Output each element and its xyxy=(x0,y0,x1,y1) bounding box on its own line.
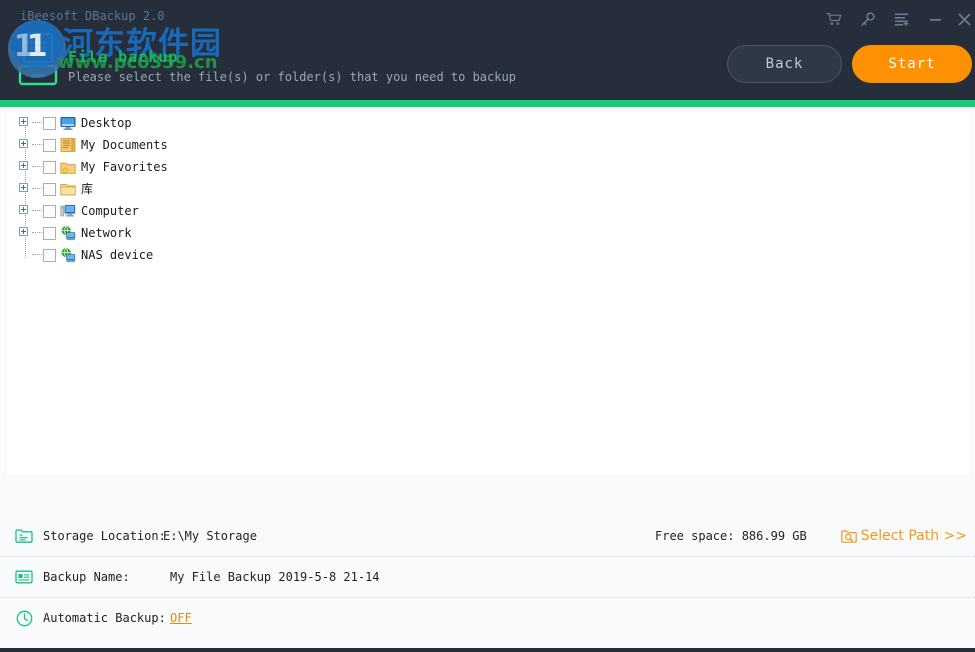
key-icon[interactable] xyxy=(851,8,885,30)
select-path-button[interactable]: Select Path >> xyxy=(840,528,967,544)
close-icon[interactable] xyxy=(953,8,975,30)
tree-item-label: Desktop xyxy=(81,116,132,130)
expand-plus-icon[interactable] xyxy=(19,182,32,196)
network-icon xyxy=(60,225,76,241)
tree-item-[interactable]: 库 xyxy=(7,178,969,200)
accent-divider xyxy=(0,100,975,107)
cart-icon[interactable] xyxy=(817,8,851,30)
select-path-label: Select Path >> xyxy=(860,528,967,544)
backup-settings-panel: Storage Location: E:\My Storage Free spa… xyxy=(0,516,975,638)
automatic-backup-row: Automatic Backup: OFF xyxy=(0,598,975,638)
computer-icon xyxy=(60,203,76,219)
header: iBeesoft DBackup 2.0 1 1 河东软件园 www.pc035… xyxy=(0,0,975,100)
minimize-icon[interactable] xyxy=(919,8,953,30)
storage-location-row: Storage Location: E:\My Storage Free spa… xyxy=(0,516,975,557)
tree-item-checkbox[interactable] xyxy=(43,138,56,152)
tree-connector-dots xyxy=(32,144,42,146)
back-button[interactable]: Back xyxy=(727,45,842,83)
menu-icon[interactable] xyxy=(885,8,919,30)
tree-item-my-documents[interactable]: My Documents xyxy=(7,134,969,156)
expand-plus-icon[interactable] xyxy=(19,226,32,240)
backup-computer-logo xyxy=(12,30,64,88)
tree-item-label: My Favorites xyxy=(81,160,168,174)
expand-plus-icon[interactable] xyxy=(19,138,32,152)
window-bottom-edge xyxy=(0,648,975,652)
folder-search-icon xyxy=(840,529,857,544)
nas-device-icon xyxy=(60,247,76,263)
library-icon xyxy=(60,181,76,197)
backup-name-value[interactable]: My File Backup 2019-5-8 21-14 xyxy=(170,570,380,584)
tree-item-computer[interactable]: Computer xyxy=(7,200,969,222)
tree-rows: Desktop My Documents My Favorites 库 Computer… xyxy=(7,112,969,266)
tree-item-checkbox[interactable] xyxy=(43,204,56,218)
tree-connector-dots xyxy=(32,254,42,256)
window-title: iBeesoft DBackup 2.0 xyxy=(20,9,165,23)
free-space-text: Free space: 886.99 GB xyxy=(655,529,807,543)
storage-location-value: E:\My Storage xyxy=(163,529,257,543)
automatic-backup-label: Automatic Backup: xyxy=(43,611,166,625)
tree-item-checkbox[interactable] xyxy=(43,182,56,196)
tree-item-checkbox[interactable] xyxy=(43,160,56,174)
tree-connector-dots xyxy=(32,166,42,168)
tree-item-label: 库 xyxy=(81,182,94,196)
file-tree-panel[interactable]: Desktop My Documents My Favorites 库 Computer… xyxy=(7,112,969,475)
tree-item-nas-device[interactable]: NAS device xyxy=(7,244,969,266)
tree-item-checkbox[interactable] xyxy=(43,226,56,240)
clock-icon xyxy=(15,609,33,627)
title-bar[interactable]: iBeesoft DBackup 2.0 xyxy=(0,0,975,30)
titlebar-controls xyxy=(817,8,975,30)
tree-item-label: Computer xyxy=(81,204,139,218)
app-window: iBeesoft DBackup 2.0 1 1 河东软件园 www.pc035… xyxy=(0,0,975,652)
page-title: File backup xyxy=(68,48,179,66)
tree-item-my-favorites[interactable]: My Favorites xyxy=(7,156,969,178)
tree-item-label: NAS device xyxy=(81,248,154,262)
backup-name-label: Backup Name: xyxy=(43,570,130,584)
favorites-icon xyxy=(60,159,76,175)
backup-name-row: Backup Name: My File Backup 2019-5-8 21-… xyxy=(0,557,975,598)
tree-connector-dots xyxy=(32,122,42,124)
documents-icon xyxy=(60,137,76,153)
expand-plus-icon[interactable] xyxy=(19,204,32,218)
tree-item-network[interactable]: Network xyxy=(7,222,969,244)
tree-leaf-connector xyxy=(19,249,32,262)
tree-connector-dots xyxy=(32,210,42,212)
tree-item-label: My Documents xyxy=(81,138,168,152)
tree-item-label: Network xyxy=(81,226,132,240)
start-button[interactable]: Start xyxy=(852,45,972,83)
expand-plus-icon[interactable] xyxy=(19,116,32,130)
tree-connector-dots xyxy=(32,232,42,234)
automatic-backup-toggle[interactable]: OFF xyxy=(170,611,192,625)
tree-item-checkbox[interactable] xyxy=(43,248,56,262)
storage-location-label: Storage Location: xyxy=(43,529,166,543)
tree-connector-dots xyxy=(32,188,42,190)
expand-plus-icon[interactable] xyxy=(19,160,32,174)
tree-item-desktop[interactable]: Desktop xyxy=(7,112,969,134)
folder-lines-icon xyxy=(15,527,33,545)
tree-item-checkbox[interactable] xyxy=(43,116,56,130)
page-subtitle: Please select the file(s) or folder(s) t… xyxy=(68,70,516,84)
desktop-icon xyxy=(60,115,76,131)
id-card-icon xyxy=(15,568,33,586)
